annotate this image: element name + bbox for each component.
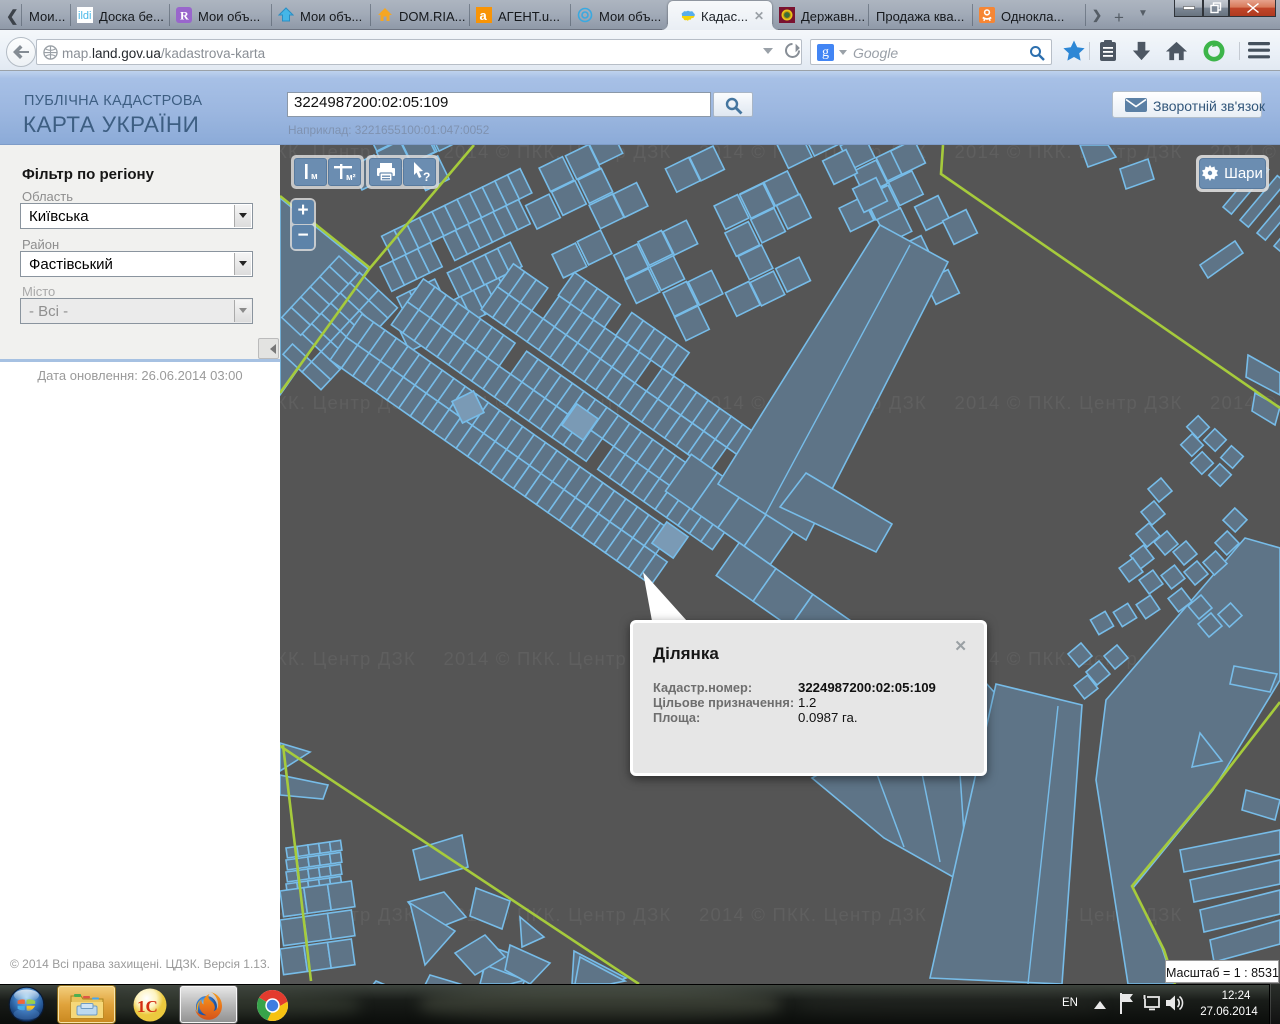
svg-text:2014 © ПКК. Центр ДЗК: 2014 © ПКК. Центр ДЗК bbox=[955, 392, 1183, 413]
svg-text:1С: 1С bbox=[137, 997, 158, 1016]
svg-text:2014 © ПКК. Центр ДЗК: 2014 © ПКК. Центр ДЗК bbox=[699, 904, 927, 925]
svg-text:R: R bbox=[180, 9, 189, 23]
svg-text:м²: м² bbox=[346, 172, 356, 182]
svg-text:?: ? bbox=[423, 170, 430, 184]
svg-text:ildi: ildi bbox=[78, 10, 91, 22]
svg-text:м: м bbox=[311, 171, 318, 181]
svg-text:a: a bbox=[480, 8, 488, 23]
svg-text:2014 © ПКК. Центр ДЗК: 2014 © ПКК. Центр ДЗК bbox=[280, 648, 416, 669]
